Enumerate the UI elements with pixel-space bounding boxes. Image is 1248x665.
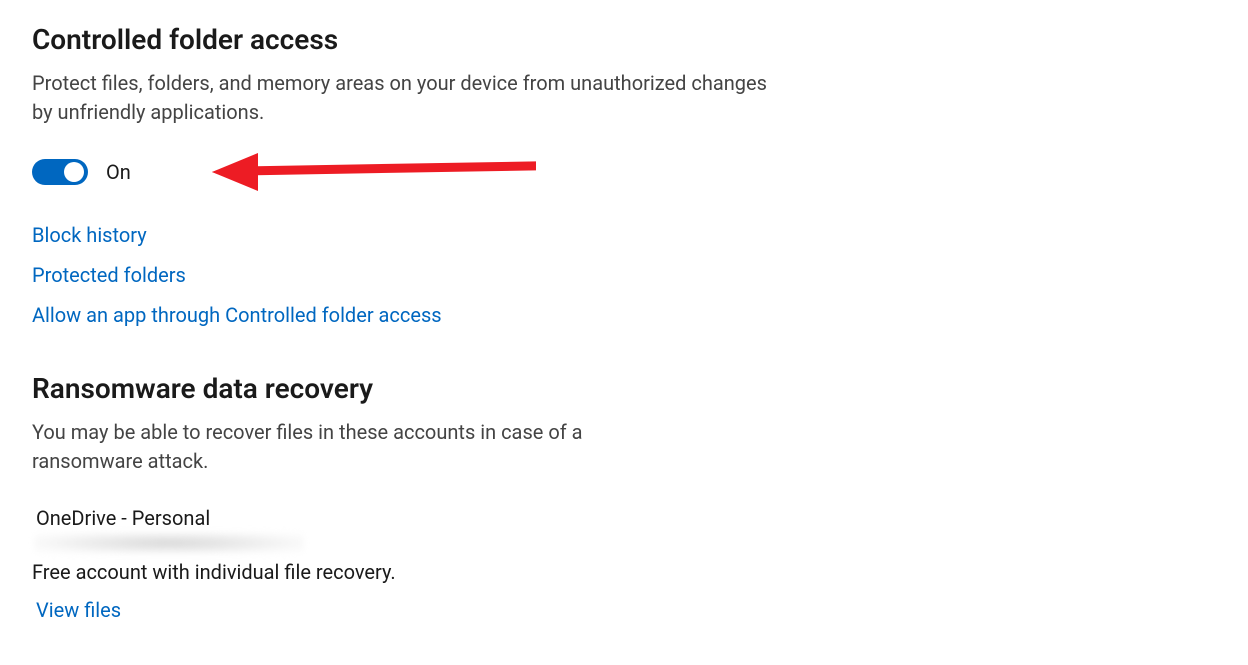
view-files-link[interactable]: View files	[36, 598, 121, 622]
protected-folders-link[interactable]: Protected folders	[32, 263, 186, 287]
cfa-description: Protect files, folders, and memory areas…	[32, 69, 772, 127]
ransomware-heading: Ransomware data recovery	[32, 371, 1216, 406]
toggle-knob	[64, 162, 84, 182]
onedrive-account-name: OneDrive - Personal	[36, 506, 1216, 530]
cfa-links: Block history Protected folders Allow an…	[32, 223, 1216, 327]
cfa-toggle-row: On	[32, 159, 1216, 185]
cfa-toggle[interactable]	[32, 159, 88, 185]
arrow-annotation-icon	[212, 149, 542, 195]
ransomware-description: You may be able to recover files in thes…	[32, 418, 672, 476]
cfa-toggle-label: On	[106, 160, 131, 184]
onedrive-account-note: Free account with individual file recove…	[32, 560, 1216, 584]
allow-app-link[interactable]: Allow an app through Controlled folder a…	[32, 303, 442, 327]
onedrive-account-email-redacted	[34, 532, 304, 554]
cfa-heading: Controlled folder access	[32, 22, 1216, 57]
block-history-link[interactable]: Block history	[32, 223, 147, 247]
